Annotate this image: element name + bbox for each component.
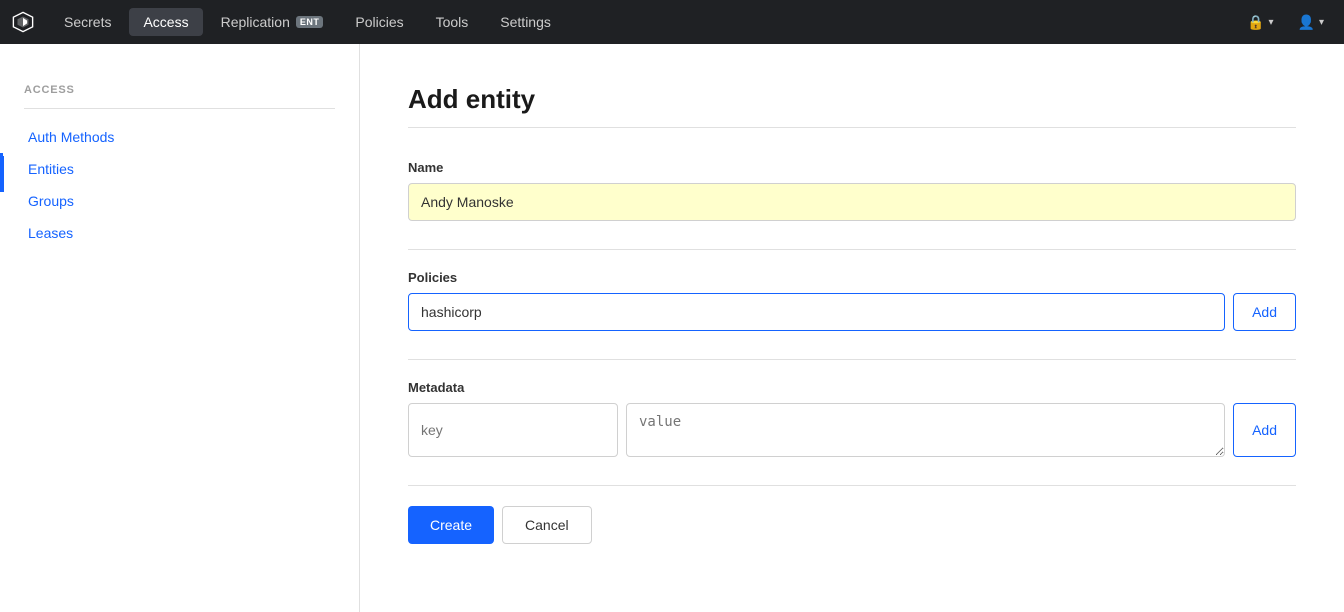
ent-badge: ENT: [296, 16, 324, 28]
user-button[interactable]: 👤 ▾: [1290, 10, 1332, 35]
name-divider: [408, 249, 1296, 250]
active-indicator-container: [0, 0, 4, 612]
sidebar-item-auth-methods[interactable]: Auth Methods: [24, 121, 335, 153]
sidebar-item-entities[interactable]: Entities: [24, 153, 335, 185]
button-row: Create Cancel: [408, 506, 1296, 544]
sidebar-item-groups[interactable]: Groups: [24, 185, 335, 217]
user-chevron-icon: ▾: [1319, 17, 1324, 28]
lock-icon: 🔒: [1247, 14, 1264, 31]
lock-button[interactable]: 🔒 ▾: [1239, 10, 1281, 35]
policies-row: Add: [408, 293, 1296, 331]
name-form-group: Name: [408, 160, 1296, 221]
active-indicator-bar: [0, 156, 4, 192]
sidebar-item-leases[interactable]: Leases: [24, 217, 335, 249]
page-title: Add entity: [408, 84, 1296, 128]
metadata-key-input[interactable]: [408, 403, 618, 457]
topnav-right: 🔒 ▾ 👤 ▾: [1239, 10, 1332, 35]
user-icon: 👤: [1298, 14, 1315, 31]
nav-secrets[interactable]: Secrets: [50, 8, 125, 36]
nav-tools[interactable]: Tools: [422, 8, 483, 36]
policies-input[interactable]: [408, 293, 1225, 331]
policies-form-group: Policies Add: [408, 270, 1296, 331]
sidebar: Access Auth Methods Entities Groups Leas…: [0, 44, 360, 612]
nav-access[interactable]: Access: [129, 8, 202, 36]
policies-divider: [408, 359, 1296, 360]
layout: Access Auth Methods Entities Groups Leas…: [0, 44, 1344, 612]
create-button[interactable]: Create: [408, 506, 494, 544]
actions-divider: [408, 485, 1296, 486]
sidebar-divider: [24, 108, 335, 109]
metadata-form-group: Metadata Add: [408, 380, 1296, 457]
topnav-items: Secrets Access Replication ENT Policies …: [50, 8, 1239, 36]
name-label: Name: [408, 160, 1296, 175]
cancel-button[interactable]: Cancel: [502, 506, 592, 544]
metadata-add-button[interactable]: Add: [1233, 403, 1296, 457]
vault-logo[interactable]: [12, 11, 34, 33]
topnav: Secrets Access Replication ENT Policies …: [0, 0, 1344, 44]
lock-chevron-icon: ▾: [1269, 17, 1274, 28]
name-input[interactable]: [408, 183, 1296, 221]
main-content: Add entity Name Policies Add Metadata Ad…: [360, 44, 1344, 612]
policies-label: Policies: [408, 270, 1296, 285]
metadata-label: Metadata: [408, 380, 1296, 395]
nav-settings[interactable]: Settings: [486, 8, 565, 36]
sidebar-section-label: Access: [24, 84, 335, 96]
policies-add-button[interactable]: Add: [1233, 293, 1296, 331]
nav-replication[interactable]: Replication ENT: [207, 8, 338, 36]
metadata-value-input[interactable]: [626, 403, 1225, 457]
metadata-row: Add: [408, 403, 1296, 457]
nav-policies[interactable]: Policies: [341, 8, 417, 36]
